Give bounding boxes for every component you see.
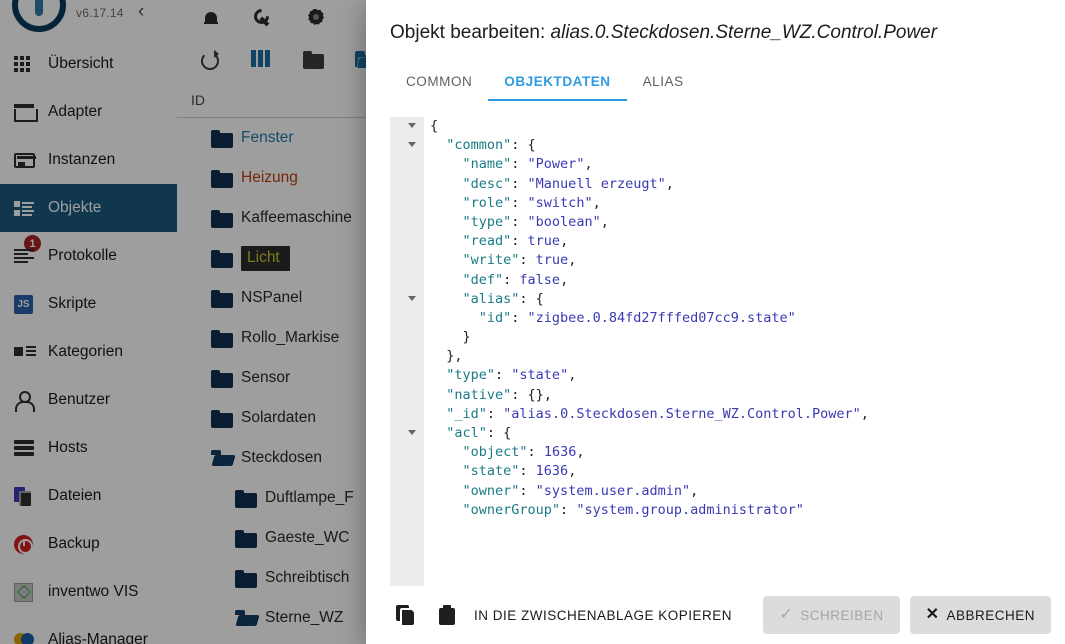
- code-line: "owner": "system.user.admin",: [390, 482, 1065, 501]
- code-line-text: {: [430, 118, 439, 134]
- code-line: "desc": "Manuell erzeugt",: [390, 175, 1065, 194]
- code-line: },: [390, 347, 1065, 366]
- dialog-title-prefix: Objekt bearbeiten:: [390, 22, 551, 43]
- code-line: "alias": {: [390, 290, 1065, 309]
- code-line: "read": true,: [390, 232, 1065, 251]
- clipboard-icon[interactable]: [426, 594, 468, 636]
- cancel-button[interactable]: ✕ ABBRECHEN: [909, 596, 1051, 634]
- copy-file-icon[interactable]: [384, 594, 426, 636]
- code-line: "_id": "alias.0.Steckdosen.Sterne_WZ.Con…: [390, 405, 1065, 424]
- code-line-text: "state": 1636,: [430, 463, 577, 480]
- check-icon: ✓: [779, 606, 794, 623]
- editor-code[interactable]: { "common": { "name": "Power", "desc": "…: [390, 117, 1065, 586]
- code-line-text: "desc": "Manuell erzeugt",: [430, 175, 674, 192]
- code-line-text: "type": "boolean",: [430, 213, 609, 230]
- code-line-text: "ownerGroup": "system.group.administrato…: [430, 501, 804, 518]
- dialog-action-bar: IN DIE ZWISCHENABLAGE KOPIEREN ✓ SCHREIB…: [366, 586, 1065, 644]
- dialog-tabs: COMMON OBJEKTDATEN ALIAS: [366, 64, 1065, 101]
- json-editor[interactable]: { "common": { "name": "Power", "desc": "…: [366, 117, 1065, 586]
- code-line: "object": 1636,: [390, 443, 1065, 462]
- close-icon: ✕: [925, 606, 940, 623]
- copy-to-clipboard-button[interactable]: IN DIE ZWISCHENABLAGE KOPIEREN: [468, 608, 742, 623]
- tab-common[interactable]: COMMON: [390, 64, 488, 101]
- fold-arrow-icon[interactable]: [408, 142, 416, 148]
- code-line-text: "_id": "alias.0.Steckdosen.Sterne_WZ.Con…: [430, 405, 869, 422]
- code-line-text: "def": false,: [430, 271, 569, 288]
- edit-object-dialog: Objekt bearbeiten: alias.0.Steckdosen.St…: [366, 0, 1065, 644]
- code-line-text: "common": {: [430, 137, 536, 154]
- code-line: "type": "boolean",: [390, 213, 1065, 232]
- code-line: "ownerGroup": "system.group.administrato…: [390, 501, 1065, 520]
- code-line: "def": false,: [390, 271, 1065, 290]
- code-line: "acl": {: [390, 424, 1065, 443]
- code-line-text: "type": "state",: [430, 367, 577, 384]
- tab-objektdaten[interactable]: OBJEKTDATEN: [488, 64, 627, 101]
- tab-alias[interactable]: ALIAS: [627, 64, 700, 101]
- code-line-text: "acl": {: [430, 425, 512, 441]
- fold-arrow-icon[interactable]: [408, 123, 416, 128]
- code-line-text: "id": "zigbee.0.84fd27fffed07cc9.state": [430, 309, 796, 326]
- code-line-text: "alias": {: [430, 290, 544, 307]
- code-line: "role": "switch",: [390, 194, 1065, 213]
- code-line: }: [390, 328, 1065, 347]
- save-button[interactable]: ✓ SCHREIBEN: [763, 596, 900, 634]
- code-line: {: [390, 117, 1065, 136]
- code-line: "common": {: [390, 136, 1065, 155]
- code-line: "name": "Power",: [390, 155, 1065, 174]
- code-line-text: "write": true,: [430, 252, 577, 269]
- code-line: "id": "zigbee.0.84fd27fffed07cc9.state": [390, 309, 1065, 328]
- code-line-text: "owner": "system.user.admin",: [430, 482, 699, 499]
- dialog-title: Objekt bearbeiten: alias.0.Steckdosen.St…: [366, 0, 1065, 44]
- code-line-text: }: [430, 329, 471, 346]
- fold-arrow-icon[interactable]: [408, 430, 416, 435]
- code-line-text: "read": true,: [430, 233, 569, 250]
- code-line-text: "native": {},: [430, 386, 552, 403]
- code-line: "state": 1636,: [390, 462, 1065, 481]
- code-line-text: "name": "Power",: [430, 156, 593, 173]
- fold-arrow-icon[interactable]: [408, 295, 416, 301]
- dialog-title-object-id: alias.0.Steckdosen.Sterne_WZ.Control.Pow…: [550, 22, 938, 43]
- app-root: v6.17.14 ‹ Übersicht Adapter Instanzen Obje…: [0, 0, 1065, 644]
- save-button-label: SCHREIBEN: [800, 607, 884, 623]
- code-line: "native": {},: [390, 386, 1065, 405]
- code-line-text: "role": "switch",: [430, 194, 601, 211]
- code-line-text: },: [430, 348, 463, 365]
- cancel-button-label: ABBRECHEN: [946, 607, 1035, 623]
- code-line: "type": "state",: [390, 366, 1065, 385]
- code-line-text: "object": 1636,: [430, 444, 585, 461]
- code-line: "write": true,: [390, 251, 1065, 270]
